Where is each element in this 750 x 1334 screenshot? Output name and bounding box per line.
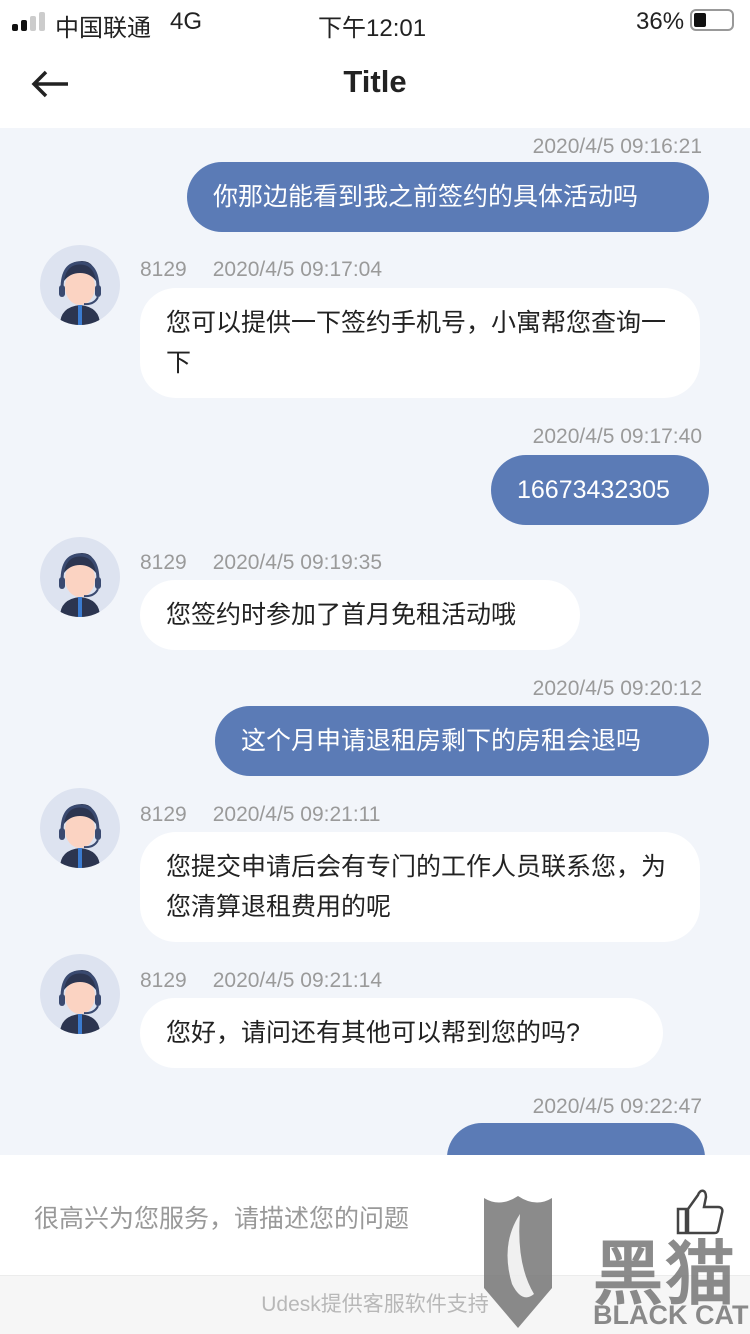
- cat-shield-logo: [484, 1196, 552, 1328]
- agent-avatar[interactable]: [40, 788, 120, 868]
- sent-message-bubble[interactable]: 你那边能看到我之前签约的具体活动吗: [187, 162, 709, 232]
- agent-avatar[interactable]: [40, 954, 120, 1034]
- carrier: 中国联通: [55, 15, 151, 42]
- message-input[interactable]: 很高兴为您服务，请描述您的问题: [34, 1199, 409, 1235]
- message-meta: 2020/4/5 09:17:40: [532, 425, 702, 448]
- chat-area[interactable]: 2020/4/5 09:16:21 你那边能看到我之前签约的具体活动吗 8129 20…: [0, 128, 750, 1155]
- agent-id: 8129: [140, 803, 187, 826]
- message-meta: 8129 2020/4/5 09:17:04: [140, 258, 382, 282]
- signal-icon: [12, 12, 45, 31]
- agent-avatar[interactable]: [40, 245, 120, 325]
- message-time: 2020/4/5 09:19:35: [212, 551, 383, 574]
- battery-percent: 36%: [636, 8, 685, 35]
- sent-message-bubble[interactable]: [447, 1123, 705, 1155]
- message-time: 2020/4/5 09:21:11: [212, 803, 381, 826]
- message-meta: 8129 2020/4/5 09:21:14: [140, 969, 382, 993]
- agent-headset-icon: [59, 261, 101, 325]
- received-message-bubble[interactable]: 您好，请问还有其他可以帮到您的吗?: [140, 998, 663, 1068]
- nav-bar: Title: [0, 44, 750, 128]
- agent-id: 8129: [140, 258, 187, 281]
- message-time: 2020/4/5 09:21:14: [212, 969, 383, 992]
- network-type: 4G: [170, 8, 203, 35]
- message-meta: 2020/4/5 09:16:21: [532, 135, 702, 158]
- sent-message-bubble[interactable]: 这个月申请退租房剩下的房租会退吗: [215, 706, 709, 776]
- message-meta: 8129 2020/4/5 09:21:11: [140, 803, 380, 827]
- sent-message-bubble[interactable]: 16673432305: [491, 455, 709, 525]
- message-meta: 2020/4/5 09:20:12: [532, 677, 702, 700]
- watermark-en: BLACK CAT: [593, 1300, 749, 1330]
- message-meta: 8129 2020/4/5 09:19:35: [140, 551, 382, 575]
- agent-headset-icon: [59, 804, 101, 868]
- message-meta: 2020/4/5 09:22:47: [532, 1095, 702, 1118]
- agent-headset-icon: [59, 553, 101, 617]
- status-bar: 中国联通 4G 下午12:01 36%: [0, 0, 750, 44]
- message-time: 2020/4/5 09:17:04: [212, 258, 383, 281]
- agent-id: 8129: [140, 551, 187, 574]
- received-message-bubble[interactable]: 您签约时参加了首月免租活动哦: [140, 580, 580, 650]
- received-message-bubble[interactable]: 您可以提供一下签约手机号，小寓帮您查询一下: [140, 288, 700, 398]
- page-title: Title: [343, 64, 407, 99]
- clock: 下午12:01: [318, 15, 427, 42]
- received-message-bubble[interactable]: 您提交申请后会有专门的工作人员联系您，为您清算退租费用的呢: [140, 832, 700, 942]
- black-cat-watermark: 黑猫 BLACK CAT: [478, 1190, 750, 1334]
- agent-headset-icon: [59, 970, 101, 1034]
- battery-icon: [690, 9, 734, 31]
- agent-avatar[interactable]: [40, 537, 120, 617]
- agent-id: 8129: [140, 969, 187, 992]
